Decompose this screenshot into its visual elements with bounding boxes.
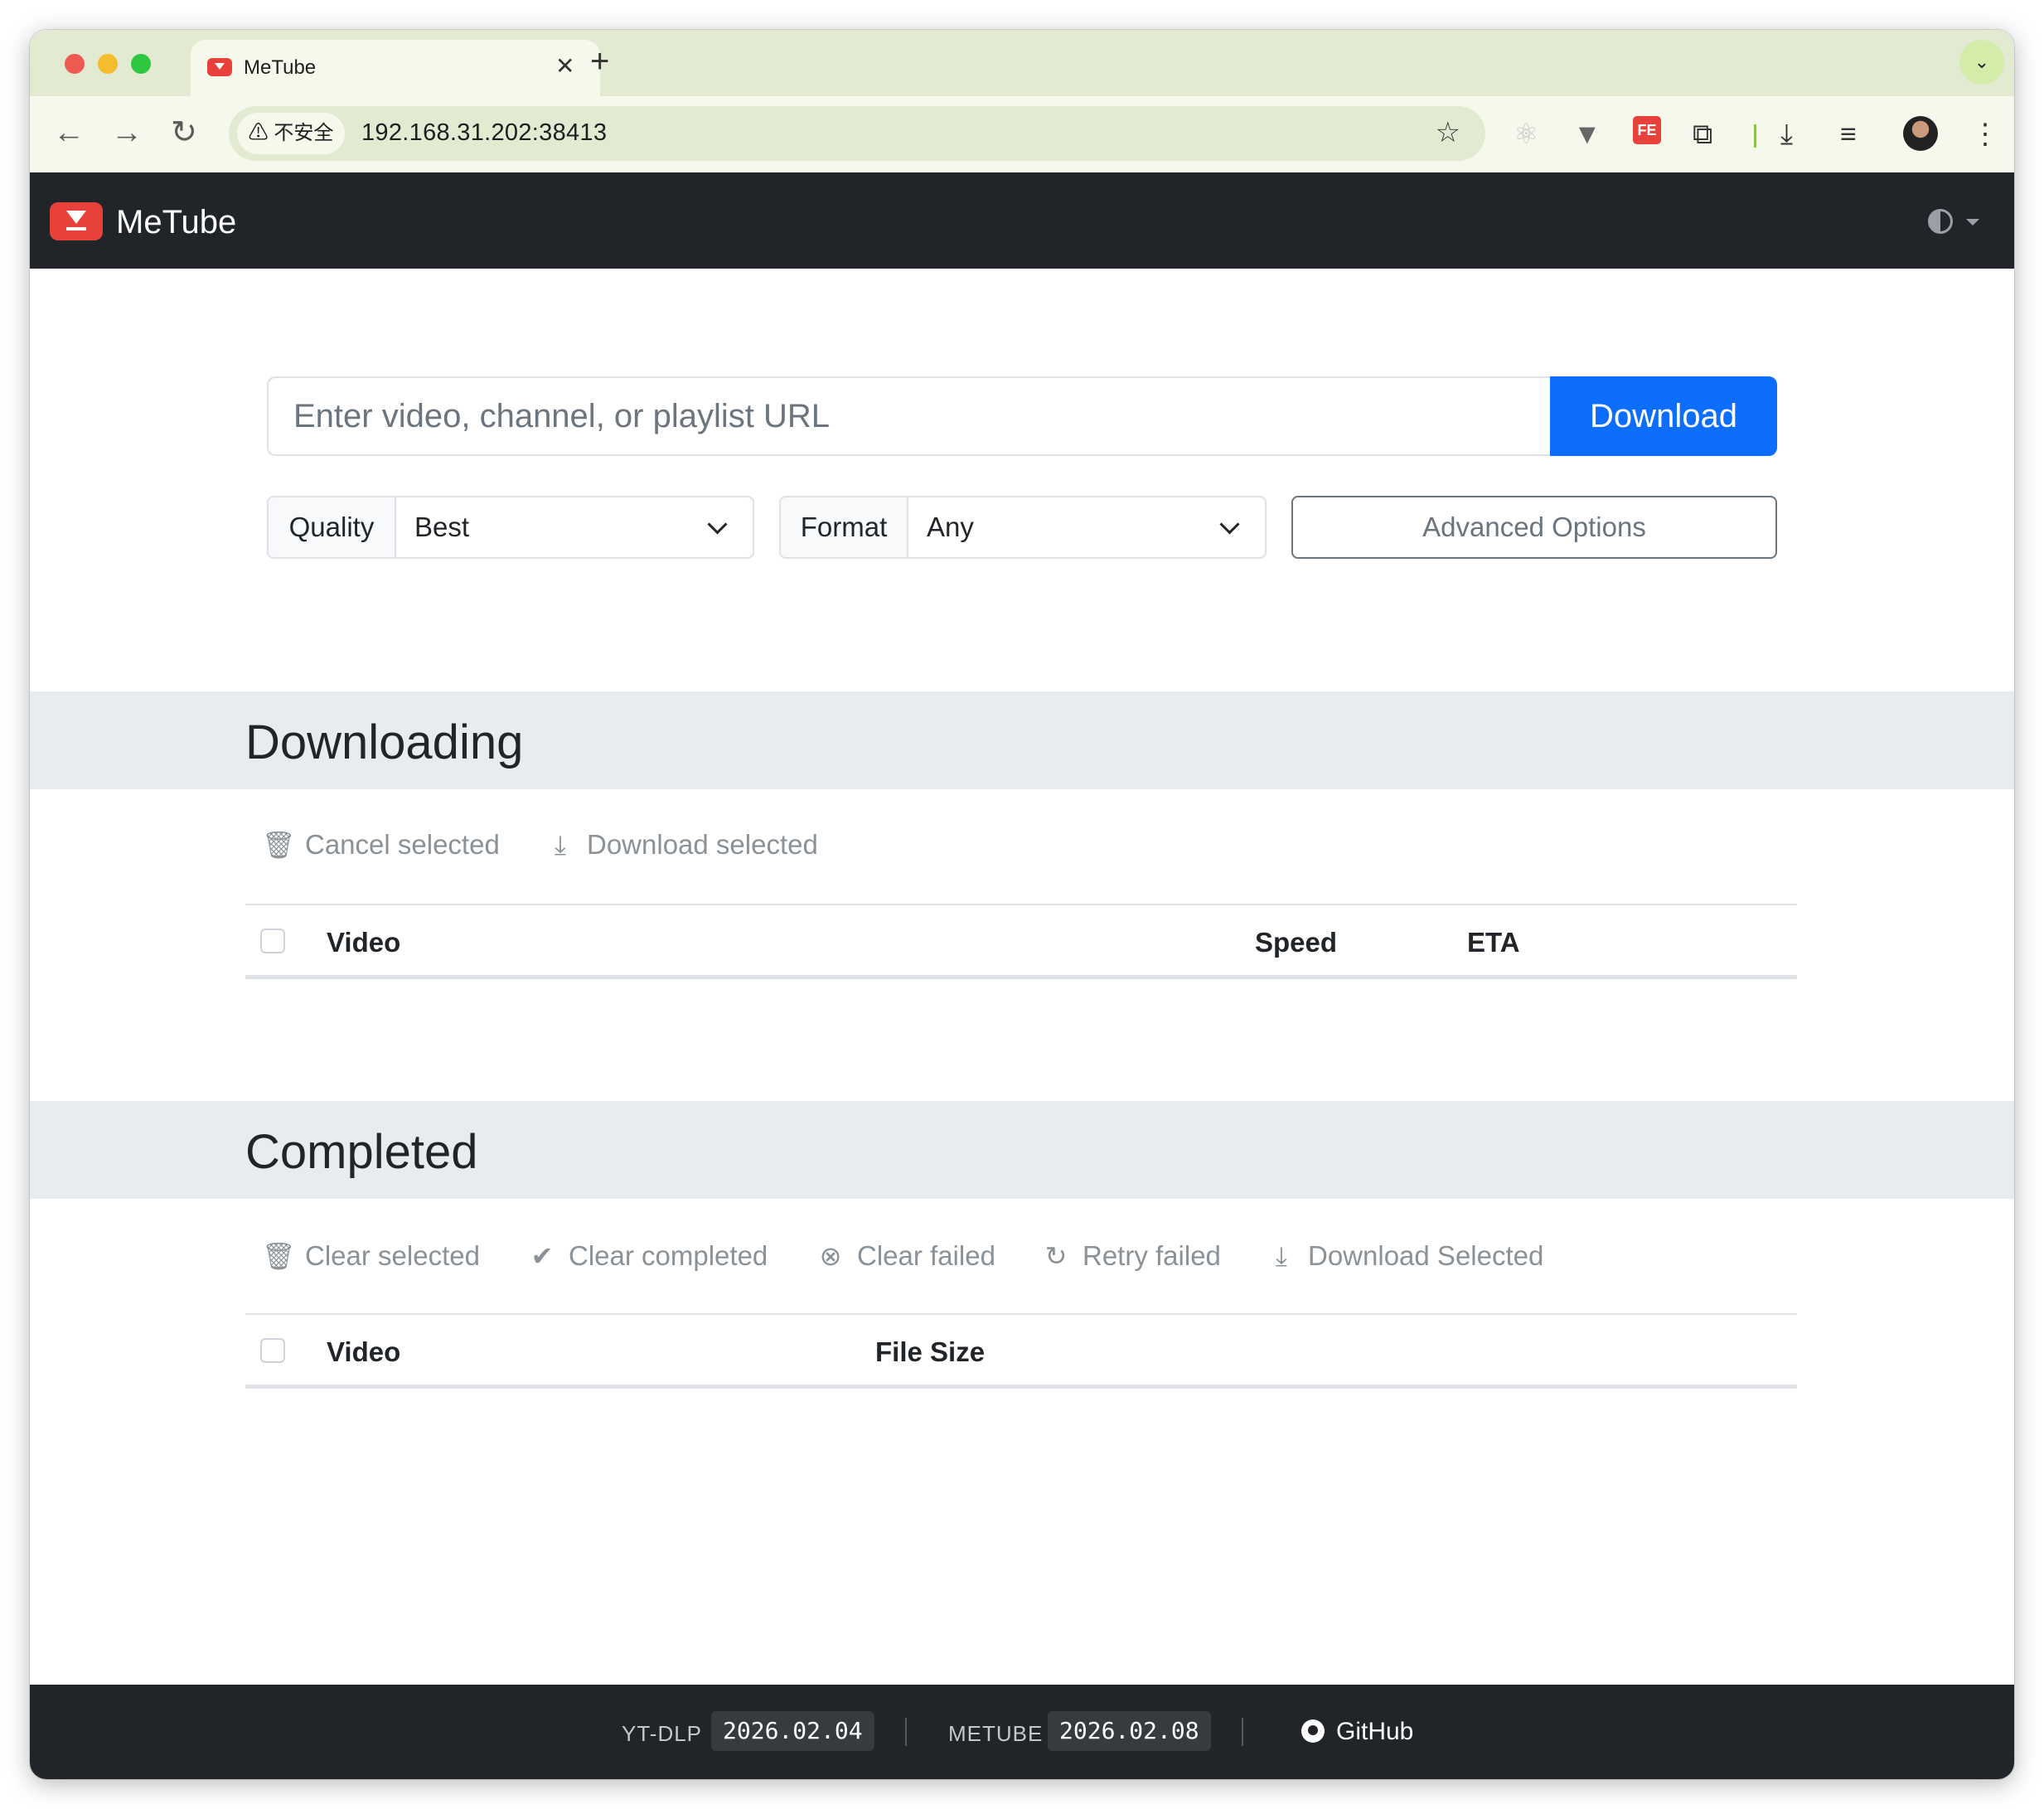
clear-failed-label: Clear failed xyxy=(857,1240,995,1271)
profile-avatar[interactable] xyxy=(1903,116,1938,151)
download-selected-completed-label: Download Selected xyxy=(1308,1240,1544,1271)
clear-failed-button[interactable]: ⊗ Clear failed xyxy=(814,1240,995,1272)
quality-value[interactable]: Best xyxy=(414,497,469,557)
retry-failed-button[interactable]: ↻ Retry failed xyxy=(1039,1240,1221,1272)
x-circle-icon: ⊗ xyxy=(819,1241,842,1271)
table-divider xyxy=(245,904,1797,905)
download-icon: ⤓ xyxy=(1275,1241,1288,1271)
table-header-border xyxy=(245,975,1797,979)
quality-select[interactable]: Quality Best xyxy=(267,496,754,559)
download-selected-completed-button[interactable]: ⤓ Download Selected xyxy=(1265,1240,1543,1273)
url-text[interactable]: 192.168.31.202:38413 xyxy=(361,119,607,147)
clear-completed-button[interactable]: ✔ Clear completed xyxy=(526,1240,768,1272)
metube-label: METUBE xyxy=(948,1721,1044,1746)
format-select[interactable]: Format Any xyxy=(779,496,1267,559)
column-header-video: Video xyxy=(327,927,401,958)
metube-logo-icon[interactable] xyxy=(50,202,103,240)
column-header-file-size: File Size xyxy=(875,1336,986,1367)
ytdlp-label: YT-DLP xyxy=(622,1721,703,1746)
select-all-checkbox[interactable] xyxy=(260,929,285,953)
quality-label: Quality xyxy=(269,497,396,557)
metube-favicon-icon xyxy=(207,58,232,76)
column-header-video: Video xyxy=(327,1336,401,1367)
trash-icon: 🗑 xyxy=(262,1241,296,1271)
table-divider xyxy=(245,1313,1797,1315)
theme-caret-icon[interactable] xyxy=(1966,219,1979,226)
tab-metube[interactable]: MeTube ✕ xyxy=(191,40,600,96)
clear-selected-label: Clear selected xyxy=(305,1240,480,1271)
extensions-puzzle-icon[interactable]: ⧉ xyxy=(1693,114,1712,154)
column-header-speed: Speed xyxy=(1255,927,1338,958)
back-arrow-icon[interactable]: ← xyxy=(53,116,85,149)
chevron-down-icon[interactable] xyxy=(707,514,728,535)
brand-name[interactable]: MeTube xyxy=(116,204,236,241)
download-icon: ⤓ xyxy=(554,830,567,860)
security-warning-chip[interactable]: ⚠ 不安全 xyxy=(237,113,345,154)
advanced-options-button[interactable]: Advanced Options xyxy=(1291,496,1777,559)
retry-failed-label: Retry failed xyxy=(1083,1240,1221,1271)
table-header-border xyxy=(245,1385,1797,1389)
select-all-checkbox[interactable] xyxy=(260,1338,285,1363)
tab-title: MeTube xyxy=(244,56,317,79)
column-header-eta: ETA xyxy=(1467,927,1520,958)
check-circle-icon: ✔ xyxy=(530,1241,554,1271)
downloads-icon[interactable]: ⤓ xyxy=(1780,114,1793,154)
close-window-button[interactable] xyxy=(65,54,85,74)
cancel-selected-button[interactable]: 🗑 Cancel selected xyxy=(262,829,500,861)
bookmark-star-icon[interactable]: ☆ xyxy=(1436,116,1460,149)
browser-toolbar: ← → ↻ ⚠ 不安全 192.168.31.202:38413 ☆ ⚛ ▼ F… xyxy=(30,96,2014,172)
download-selected-button[interactable]: ⤓ Download selected xyxy=(544,829,818,861)
react-devtools-extension-icon[interactable]: ⚛ xyxy=(1514,114,1538,154)
browser-window: MeTube ✕ + ⌄ ← → ↻ ⚠ 不安全 192.168.31.202:… xyxy=(30,30,2014,1779)
app-navbar: MeTube xyxy=(30,172,2014,269)
cancel-selected-label: Cancel selected xyxy=(305,829,500,860)
tab-close-icon[interactable]: ✕ xyxy=(555,52,574,80)
fe-helper-extension-icon[interactable]: FE xyxy=(1633,116,1661,144)
ytdlp-version: 2026.02.04 xyxy=(711,1711,874,1751)
toolbar-divider xyxy=(1754,124,1756,148)
downloading-title: Downloading xyxy=(245,715,524,769)
trash-icon: 🗑 xyxy=(262,830,296,860)
github-icon[interactable] xyxy=(1301,1719,1325,1743)
metube-version: 2026.02.08 xyxy=(1048,1711,1211,1751)
media-control-icon[interactable]: ≡ xyxy=(1840,114,1857,154)
completed-section-header: Completed xyxy=(30,1101,2014,1199)
address-bar[interactable]: ⚠ 不安全 192.168.31.202:38413 ☆ xyxy=(229,106,1485,161)
url-input[interactable] xyxy=(267,376,1550,456)
footer-divider xyxy=(1242,1718,1243,1746)
retry-icon: ↻ xyxy=(1044,1241,1068,1271)
vue-devtools-extension-icon[interactable]: ▼ xyxy=(1573,114,1601,154)
theme-toggle-icon[interactable] xyxy=(1928,209,1953,234)
forward-arrow-icon[interactable]: → xyxy=(111,116,143,149)
format-label: Format xyxy=(781,497,908,557)
footer-divider xyxy=(905,1718,907,1746)
new-tab-plus-icon[interactable]: + xyxy=(590,45,609,78)
clear-completed-label: Clear completed xyxy=(569,1240,768,1271)
clear-selected-button[interactable]: 🗑 Clear selected xyxy=(262,1240,480,1272)
downloading-section-header: Downloading xyxy=(30,691,2014,789)
format-value[interactable]: Any xyxy=(927,497,974,557)
chevron-down-icon[interactable] xyxy=(1219,514,1240,535)
maximize-window-button[interactable] xyxy=(131,54,151,74)
more-menu-icon[interactable]: ⋮ xyxy=(1971,114,1999,154)
tab-search-chevron-icon[interactable]: ⌄ xyxy=(1959,40,2004,85)
app-footer: YT-DLP 2026.02.04 METUBE 2026.02.08 GitH… xyxy=(30,1685,2014,1779)
github-link[interactable]: GitHub xyxy=(1336,1718,1413,1746)
reload-icon[interactable]: ↻ xyxy=(171,116,197,149)
download-button[interactable]: Download xyxy=(1550,376,1777,456)
download-selected-label: Download selected xyxy=(587,829,818,860)
completed-title: Completed xyxy=(245,1125,478,1179)
tab-strip: MeTube ✕ + ⌄ xyxy=(30,30,2014,96)
minimize-window-button[interactable] xyxy=(98,54,118,74)
